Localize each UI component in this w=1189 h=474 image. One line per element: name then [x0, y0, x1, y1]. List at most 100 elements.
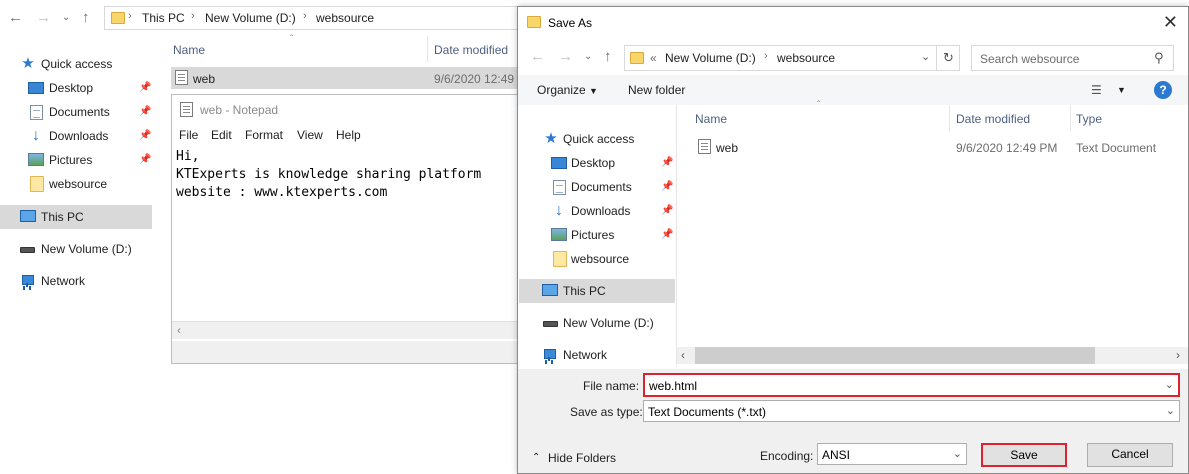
cancel-button[interactable]: Cancel — [1087, 443, 1173, 467]
overflow-chevron-icon[interactable]: « — [650, 51, 657, 65]
folder-icon — [527, 16, 541, 28]
sidebar-item-websource[interactable]: websource — [519, 247, 675, 271]
scroll-right-icon[interactable]: › — [1176, 348, 1180, 362]
breadcrumb-item[interactable]: This PC — [142, 11, 185, 25]
sidebar-item-downloads[interactable]: ↓ Downloads 📌 — [0, 124, 152, 148]
sidebar-item-network[interactable]: Network — [0, 269, 152, 293]
pictures-icon — [551, 228, 567, 241]
sidebar-item-drive[interactable]: New Volume (D:) — [519, 311, 675, 335]
forward-arrow-icon[interactable]: → — [36, 9, 51, 27]
sidebar-item-desktop[interactable]: Desktop 📌 — [519, 151, 675, 175]
pictures-icon — [28, 153, 44, 166]
back-arrow-icon[interactable]: ← — [8, 9, 23, 27]
column-header-date[interactable]: Date modified — [434, 43, 508, 57]
chevron-down-icon[interactable]: ⌄ — [1165, 378, 1174, 391]
column-header-date[interactable]: Date modified — [956, 112, 1030, 126]
sidebar-item-label: Pictures — [571, 228, 615, 242]
pane-divider[interactable] — [676, 105, 677, 367]
dropdown-caret-icon[interactable]: ▼ — [1117, 85, 1126, 95]
save-button[interactable]: Save — [981, 443, 1067, 467]
refresh-icon[interactable]: ↻ — [943, 50, 954, 66]
divider — [936, 46, 937, 70]
save-as-type-select[interactable]: Text Documents (*.txt) ⌄ — [643, 400, 1180, 422]
sidebar-item-websource[interactable]: websource — [0, 172, 152, 196]
sidebar-item-pictures[interactable]: Pictures 📌 — [519, 223, 675, 247]
column-header-name[interactable]: Name — [695, 112, 727, 126]
sidebar-item-desktop[interactable]: Desktop 📌 — [0, 76, 152, 100]
sidebar-item-label: websource — [571, 252, 630, 266]
close-icon[interactable]: ✕ — [1163, 12, 1178, 32]
sidebar-item-quick-access[interactable]: ★ Quick access — [0, 52, 152, 76]
sidebar-item-label: This PC — [563, 284, 606, 298]
breadcrumb-item[interactable]: New Volume (D:) — [665, 51, 756, 65]
search-input[interactable]: Search websource ⚲ — [971, 45, 1174, 71]
column-header-type[interactable]: Type — [1076, 112, 1102, 126]
sidebar-item-label: Desktop — [571, 156, 616, 170]
dialog-address-bar[interactable]: « New Volume (D:) › websource ⌄ ↻ — [624, 45, 960, 71]
notepad-text-area[interactable]: Hi, KTExperts is knowledge sharing platf… — [176, 148, 481, 202]
menu-help[interactable]: Help — [336, 128, 361, 142]
hide-folders-button[interactable]: Hide Folders — [548, 451, 616, 465]
desktop-icon — [551, 157, 567, 169]
organize-button[interactable]: Organize ▼ — [537, 83, 598, 97]
scroll-left-icon[interactable]: ‹ — [177, 323, 181, 337]
menu-edit[interactable]: Edit — [211, 128, 232, 142]
column-divider[interactable] — [949, 105, 950, 131]
view-options-icon[interactable]: ☰ — [1091, 83, 1102, 97]
search-icon[interactable]: ⚲ — [1154, 50, 1164, 66]
chevron-down-icon[interactable]: ⌄ — [62, 9, 70, 27]
encoding-value: ANSI — [822, 448, 851, 462]
horizontal-scrollbar[interactable]: ‹ › — [677, 347, 1188, 364]
sidebar-item-documents[interactable]: Documents 📌 — [0, 100, 152, 124]
column-header-name[interactable]: Name — [173, 43, 205, 57]
encoding-select[interactable]: ANSI ⌄ — [817, 443, 967, 465]
sidebar-item-drive[interactable]: New Volume (D:) — [0, 237, 152, 261]
sidebar-item-this-pc[interactable]: This PC — [519, 279, 675, 303]
breadcrumb-item[interactable]: websource — [316, 11, 374, 25]
up-arrow-icon[interactable]: ↑ — [82, 9, 90, 27]
scrollbar-thumb[interactable] — [695, 347, 1095, 364]
file-date: 9/6/2020 12:49 P — [434, 72, 526, 86]
file-row[interactable]: web 9/6/2020 12:49 PM Text Document — [690, 135, 1188, 159]
sidebar-item-label: Downloads — [571, 204, 631, 218]
sidebar-item-label: Downloads — [49, 129, 109, 143]
column-divider[interactable] — [1070, 105, 1071, 131]
breadcrumb-item[interactable]: websource — [777, 51, 835, 65]
chevron-down-icon[interactable]: ⌄ — [584, 48, 592, 66]
menu-file[interactable]: File — [179, 128, 198, 142]
scroll-left-icon[interactable]: ‹ — [681, 348, 685, 362]
dialog-sidebar: ★ Quick access Desktop 📌 Documents 📌 ↓ D… — [519, 105, 675, 367]
up-arrow-icon[interactable]: ↑ — [604, 48, 612, 66]
chevron-down-icon[interactable]: ⌄ — [953, 447, 962, 460]
column-divider[interactable] — [427, 36, 428, 62]
new-folder-button[interactable]: New folder — [628, 83, 685, 97]
search-placeholder: Search websource — [980, 52, 1080, 66]
chevron-down-icon[interactable]: ⌄ — [1166, 404, 1175, 417]
pin-icon: 📌 — [139, 106, 152, 117]
back-arrow-icon[interactable]: ← — [530, 48, 545, 66]
dialog-titlebar[interactable]: Save As ✕ — [518, 7, 1188, 37]
sidebar-item-network[interactable]: Network — [519, 343, 675, 367]
chevron-down-icon[interactable]: ⌄ — [921, 50, 930, 63]
file-name-field[interactable]: web.html ⌄ — [643, 373, 1180, 397]
forward-arrow-icon[interactable]: → — [558, 48, 573, 66]
menu-view[interactable]: View — [297, 128, 323, 142]
save-as-type-value: Text Documents (*.txt) — [648, 405, 767, 419]
star-icon: ★ — [21, 55, 35, 72]
sidebar-item-pictures[interactable]: Pictures 📌 — [0, 148, 152, 172]
sidebar-item-downloads[interactable]: ↓ Downloads 📌 — [519, 199, 675, 223]
notepad-window: web - Notepad File Edit Format View Help… — [171, 94, 524, 364]
sidebar-item-this-pc[interactable]: This PC — [0, 205, 152, 229]
pin-icon: 📌 — [139, 154, 152, 165]
file-row[interactable]: web 9/6/2020 12:49 P — [171, 67, 526, 89]
breadcrumb-item[interactable]: New Volume (D:) — [205, 11, 296, 25]
menu-format[interactable]: Format — [245, 128, 283, 142]
help-icon[interactable]: ? — [1154, 81, 1172, 99]
chevron-up-icon[interactable]: ⌃ — [532, 452, 540, 463]
sidebar-item-documents[interactable]: Documents 📌 — [519, 175, 675, 199]
status-bar — [172, 341, 524, 363]
sidebar-item-quick-access[interactable]: ★ Quick access — [519, 127, 675, 151]
dialog-footer: File name: web.html ⌄ Save as type: Text… — [518, 369, 1188, 473]
download-arrow-icon: ↓ — [32, 127, 40, 144]
horizontal-scrollbar[interactable]: ‹ — [172, 321, 524, 339]
